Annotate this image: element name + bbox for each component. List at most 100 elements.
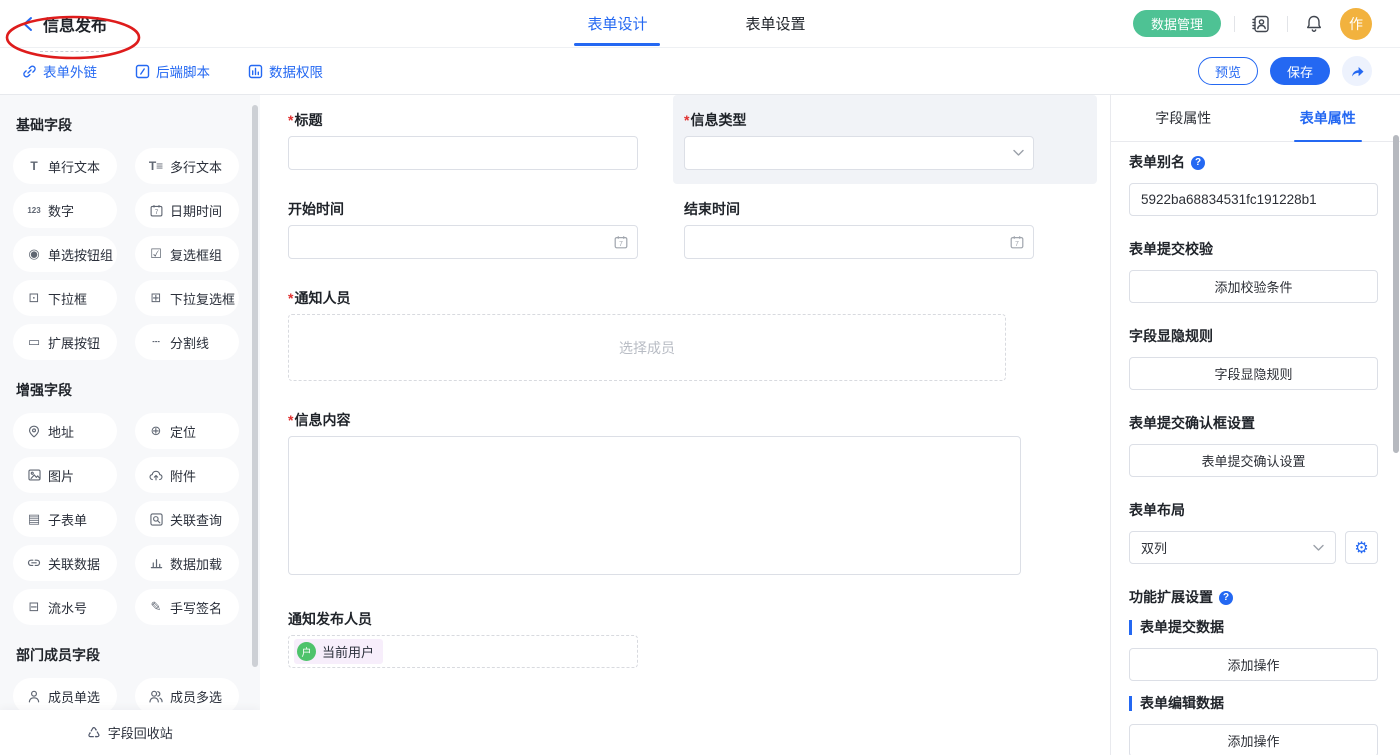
field-dropdown-multi[interactable]: ⊞ 下拉复选框 — [135, 280, 239, 316]
form-toolbar: 表单外链 后端脚本 数据权限 预览 保存 — [0, 48, 1400, 95]
section-member-fields: 部门成员字段 — [16, 645, 260, 665]
field-block-info-type[interactable]: *信息类型 — [673, 95, 1097, 184]
field-label: 关联查询 — [170, 510, 222, 529]
field-label: 关联数据 — [48, 554, 100, 573]
add-submit-action-button[interactable]: 添加操作 — [1129, 648, 1378, 681]
field-label: *标题 — [288, 113, 638, 127]
field-label: 扩展按钮 — [48, 333, 100, 352]
layout-select[interactable]: 双列 — [1129, 531, 1336, 564]
external-link-action[interactable]: 表单外链 — [22, 61, 97, 81]
field-radio-group[interactable]: ◉单选按钮组 — [13, 236, 117, 272]
header-actions: 数据管理 作 — [1133, 8, 1400, 40]
chevron-down-icon — [1313, 544, 1324, 551]
contact-book-icon[interactable] — [1248, 11, 1274, 37]
field-recycle-bin[interactable]: ♺ 字段回收站 — [0, 710, 260, 755]
info-type-select[interactable] — [684, 136, 1034, 170]
field-block-notify-publisher[interactable]: 通知发布人员 户 当前用户 — [277, 594, 1097, 682]
field-label: 手写签名 — [170, 598, 222, 617]
divider — [1234, 16, 1235, 32]
field-checkbox-group[interactable]: ☑复选框组 — [135, 236, 239, 272]
location-pin-icon — [26, 425, 42, 438]
field-palette: 基础字段 T单行文本 T≡多行文本 123数字 7日期时间 ◉单选按钮组 ☑复选… — [0, 95, 260, 755]
submit-confirm-button[interactable]: 表单提交确认设置 — [1129, 444, 1378, 477]
member-picker[interactable]: 选择成员 — [288, 314, 1006, 381]
field-image[interactable]: 图片 — [13, 457, 117, 493]
form-canvas[interactable]: *标题 *信息类型 开始时间 — [260, 95, 1110, 755]
field-subform[interactable]: ▤子表单 — [13, 501, 117, 537]
app-header: 信息发布 表单设计 表单设置 数据管理 — [0, 0, 1400, 48]
field-number[interactable]: 123数字 — [13, 192, 117, 228]
field-block-title[interactable]: *标题 — [277, 95, 649, 184]
panel-scrollbar[interactable] — [1393, 135, 1399, 453]
form-alias-input[interactable] — [1129, 183, 1378, 216]
gear-icon: ⚙ — [1354, 538, 1368, 558]
data-permission-action[interactable]: 数据权限 — [248, 61, 323, 81]
field-label: 地址 — [48, 422, 74, 441]
main-body: 基础字段 T单行文本 T≡多行文本 123数字 7日期时间 ◉单选按钮组 ☑复选… — [0, 95, 1400, 755]
field-datetime[interactable]: 7日期时间 — [135, 192, 239, 228]
field-linked-query[interactable]: 关联查询 — [135, 501, 239, 537]
calendar-icon: 7 — [148, 204, 164, 217]
dropdown-multi-icon: ⊞ — [148, 290, 164, 306]
field-address[interactable]: 地址 — [13, 413, 117, 449]
publisher-picker[interactable]: 户 当前用户 — [288, 635, 638, 668]
field-extend-button[interactable]: ▭扩展按钮 — [13, 324, 117, 360]
field-data-load[interactable]: 数据加载 — [135, 545, 239, 581]
field-label: 分割线 — [170, 333, 209, 352]
end-time-input[interactable]: 7 — [684, 225, 1034, 259]
field-member-single[interactable]: 成员单选 — [13, 678, 117, 714]
field-label: 通知发布人员 — [288, 612, 1086, 626]
field-block-end-time[interactable]: 结束时间 7 — [673, 184, 1097, 273]
field-linked-data[interactable]: 关联数据 — [13, 545, 117, 581]
tab-form-settings[interactable]: 表单设置 — [745, 0, 805, 47]
field-dropdown[interactable]: ⊡下拉框 — [13, 280, 117, 316]
backend-script-label: 后端脚本 — [156, 61, 210, 81]
user-tag-avatar-icon: 户 — [297, 642, 316, 661]
visibility-rules-button[interactable]: 字段显隐规则 — [1129, 357, 1378, 390]
form-row-1: *标题 *信息类型 — [277, 95, 1097, 184]
field-attachment[interactable]: 附件 — [135, 457, 239, 493]
end-time-text[interactable] — [684, 225, 1034, 259]
save-button[interactable]: 保存 — [1270, 57, 1330, 85]
field-block-info-content[interactable]: *信息内容 — [277, 395, 1097, 594]
subform-icon: ▤ — [26, 511, 42, 527]
sidebar-scrollbar[interactable] — [252, 105, 258, 667]
field-geolocation[interactable]: ⊕定位 — [135, 413, 239, 449]
field-multi-line-text[interactable]: T≡多行文本 — [135, 148, 239, 184]
start-time-text[interactable] — [288, 225, 638, 259]
start-time-input[interactable]: 7 — [288, 225, 638, 259]
tab-field-properties[interactable]: 字段属性 — [1111, 95, 1256, 141]
add-validation-button[interactable]: 添加校验条件 — [1129, 270, 1378, 303]
layout-settings-button[interactable]: ⚙ — [1345, 531, 1378, 564]
help-icon[interactable]: ? — [1219, 591, 1233, 605]
field-serial-number[interactable]: ⊟流水号 — [13, 589, 117, 625]
field-block-start-time[interactable]: 开始时间 7 — [277, 184, 649, 273]
tab-form-design[interactable]: 表单设计 — [587, 0, 647, 47]
backend-script-action[interactable]: 后端脚本 — [135, 61, 210, 81]
info-content-textarea[interactable] — [288, 436, 1021, 575]
visibility-rules-heading: 字段显隐规则 — [1129, 329, 1378, 344]
data-manage-button[interactable]: 数据管理 — [1133, 10, 1221, 37]
tab-form-properties[interactable]: 表单属性 — [1256, 95, 1400, 141]
image-icon — [26, 469, 42, 481]
user-avatar[interactable]: 作 — [1340, 8, 1372, 40]
field-signature[interactable]: ✎手写签名 — [135, 589, 239, 625]
add-edit-action-button[interactable]: 添加操作 — [1129, 724, 1378, 755]
field-block-notify-members[interactable]: *通知人员 选择成员 — [277, 273, 1097, 395]
title-input[interactable] — [288, 136, 638, 170]
back-group[interactable]: 信息发布 — [0, 12, 260, 36]
preview-button[interactable]: 预览 — [1198, 57, 1258, 85]
field-divider-line[interactable]: ┄分割线 — [135, 324, 239, 360]
field-label: *信息内容 — [288, 413, 1086, 427]
share-button[interactable] — [1342, 56, 1372, 86]
current-user-tag[interactable]: 户 当前用户 — [294, 639, 383, 664]
notification-bell-icon[interactable] — [1301, 11, 1327, 37]
chain-icon — [26, 558, 42, 568]
field-label: 下拉复选框 — [170, 289, 235, 308]
help-icon[interactable]: ? — [1191, 156, 1205, 170]
field-single-line-text[interactable]: T单行文本 — [13, 148, 117, 184]
field-member-multi[interactable]: 成员多选 — [135, 678, 239, 714]
field-label: 数据加载 — [170, 554, 222, 573]
section-basic-fields: 基础字段 — [16, 115, 260, 135]
back-icon[interactable] — [22, 16, 33, 32]
